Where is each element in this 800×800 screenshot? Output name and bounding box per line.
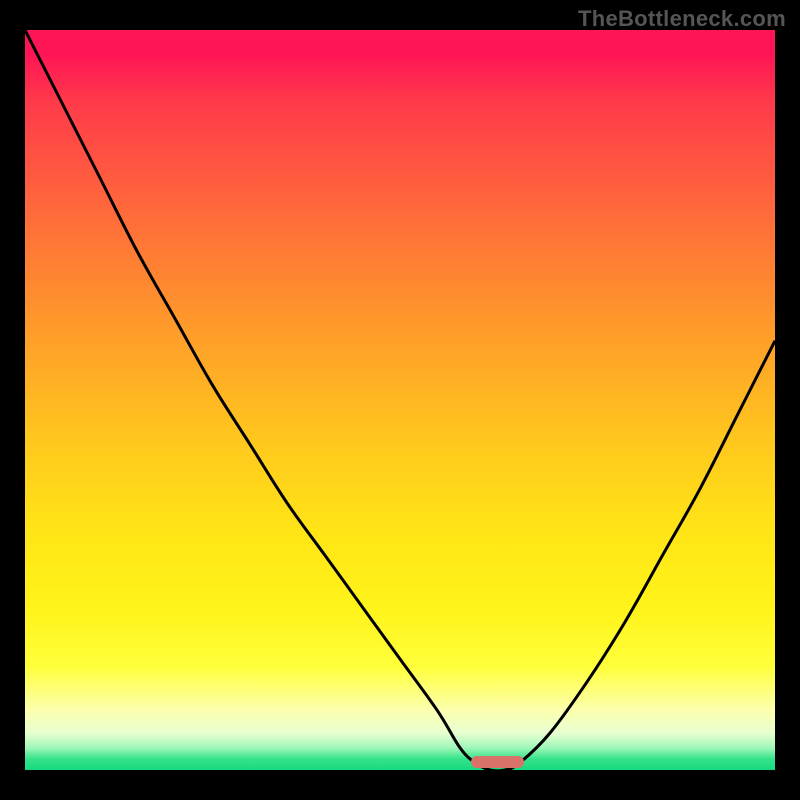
minimum-marker: [471, 756, 524, 768]
bottleneck-curve: [25, 30, 775, 770]
curve-line: [25, 30, 775, 770]
plot-area: [25, 30, 775, 770]
watermark-text: TheBottleneck.com: [578, 6, 786, 32]
chart-container: TheBottleneck.com: [0, 0, 800, 800]
